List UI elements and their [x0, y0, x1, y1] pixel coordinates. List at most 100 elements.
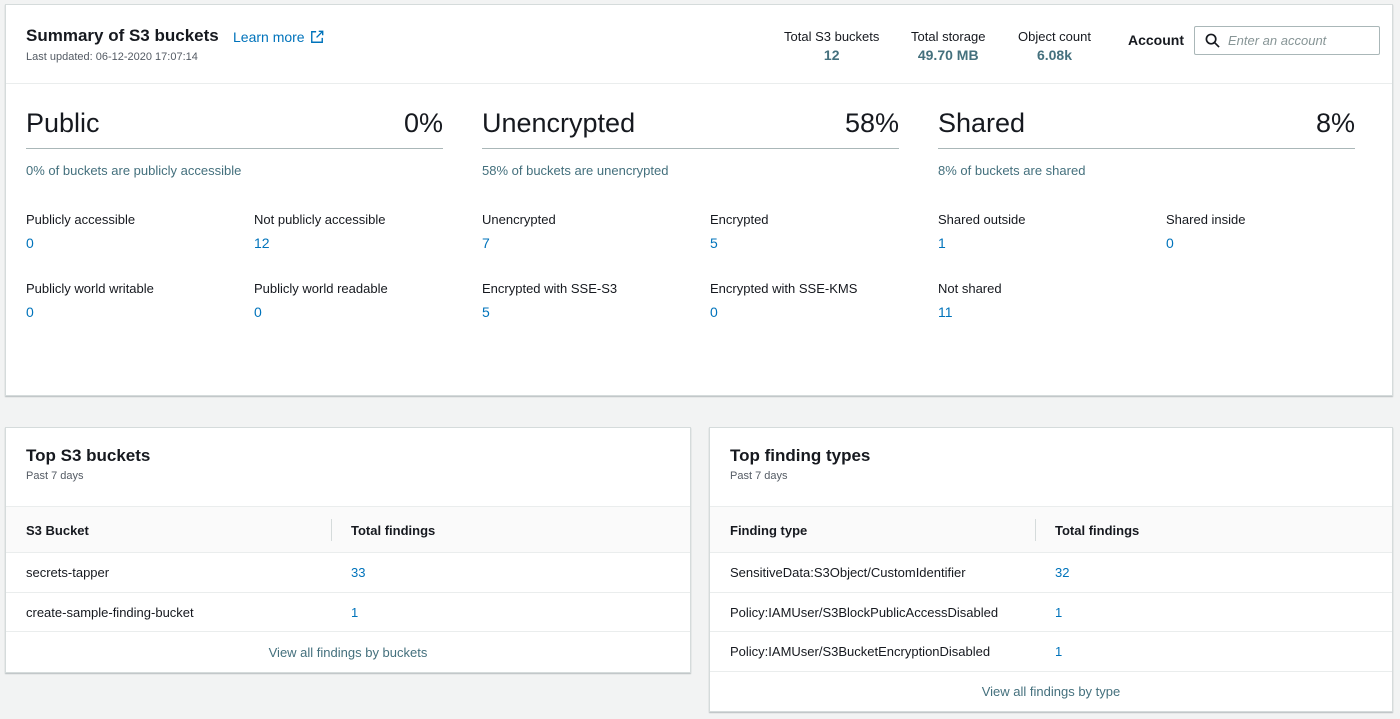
stat-total-buckets: Total S3 buckets 12: [784, 29, 879, 63]
metric-encrypted-sse-kms: Encrypted with SSE-KMS 0: [710, 281, 910, 320]
stat-object-count: Object count 6.08k: [1018, 29, 1091, 63]
metric-value-link[interactable]: 0: [710, 304, 910, 320]
column-header: Shared 8%: [938, 108, 1355, 149]
table-header: Finding type Total findings: [710, 506, 1392, 553]
metric-value-link[interactable]: 7: [482, 235, 682, 251]
metric-value-link[interactable]: 0: [26, 304, 226, 320]
findings-count-link[interactable]: 32: [1055, 565, 1069, 580]
metric-value-link[interactable]: 11: [938, 304, 1138, 320]
stat-value: 49.70 MB: [917, 47, 979, 63]
findings-count-link[interactable]: 1: [1055, 605, 1062, 620]
column-percent: 0%: [403, 108, 443, 138]
metric-encrypted-sse-s3: Encrypted with SSE-S3 5: [482, 281, 682, 320]
stat-value: 6.08k: [1036, 47, 1073, 63]
summary-title: Summary of S3 buckets: [26, 26, 219, 45]
table-row: secrets-tapper 33: [6, 553, 690, 593]
findings-count-link[interactable]: 33: [351, 565, 365, 580]
metric-value-link[interactable]: 0: [254, 304, 454, 320]
stat-label: Object count: [1018, 29, 1091, 44]
external-link-icon: [310, 30, 323, 43]
metric-not-publicly-accessible: Not publicly accessible 12: [254, 212, 454, 251]
summary-panel: Summary of S3 buckets Learn more Last up…: [5, 4, 1393, 396]
metric-publicly-world-writable: Publicly world writable 0: [26, 281, 226, 320]
learn-more-link[interactable]: Learn more: [233, 29, 324, 45]
stat-label: Total S3 buckets: [784, 29, 880, 44]
column-header: Unencrypted 58%: [482, 108, 899, 149]
metric-label: Encrypted: [710, 212, 769, 227]
metric-label: Encrypted with SSE-KMS: [710, 281, 858, 296]
top-buckets-subtitle: Past 7 days: [26, 470, 84, 482]
findings-count-link[interactable]: 1: [1055, 644, 1062, 659]
finding-type-name: SensitiveData:S3Object/CustomIdentifier: [730, 565, 966, 580]
stat-label: Total storage: [911, 29, 986, 44]
column-header-total-findings[interactable]: Total findings: [351, 523, 435, 538]
metric-label: Encrypted with SSE-S3: [482, 281, 618, 296]
column-header-bucket[interactable]: S3 Bucket: [26, 523, 89, 538]
public-column: Public 0% 0% of buckets are publicly acc…: [26, 108, 443, 320]
account-label: Account: [1128, 32, 1184, 48]
account-input[interactable]: [1228, 33, 1368, 48]
metric-shared-outside: Shared outside 1: [938, 212, 1138, 251]
table-row: SensitiveData:S3Object/CustomIdentifier …: [710, 553, 1392, 593]
metric-label: Shared inside: [1166, 212, 1246, 227]
metric-value-link[interactable]: 1: [938, 235, 1138, 251]
metric-shared-inside: Shared inside 0: [1166, 212, 1366, 251]
column-description: 58% of buckets are unencrypted: [482, 163, 669, 178]
metric-publicly-accessible: Publicly accessible 0: [26, 212, 226, 251]
finding-type-name: Policy:IAMUser/S3BlockPublicAccessDisabl…: [730, 604, 999, 620]
stat-value: 12: [823, 47, 840, 63]
column-description: 8% of buckets are shared: [938, 163, 1086, 178]
metric-label: Unencrypted: [482, 212, 556, 227]
table-row: create-sample-finding-bucket 1: [6, 593, 690, 632]
metric-value-link[interactable]: 5: [482, 304, 682, 320]
metric-label: Publicly world readable: [254, 281, 388, 296]
top-buckets-panel: Top S3 buckets Past 7 days S3 Bucket Tot…: [5, 427, 691, 673]
column-title: Shared: [938, 108, 1026, 138]
metric-label: Shared outside: [938, 212, 1026, 227]
bucket-name: secrets-tapper: [26, 565, 110, 580]
metric-not-shared: Not shared 11: [938, 281, 1138, 320]
column-title: Public: [26, 108, 100, 138]
column-header-finding-type[interactable]: Finding type: [730, 523, 807, 538]
column-divider: [331, 519, 332, 541]
stat-total-storage: Total storage 49.70 MB: [911, 29, 985, 63]
top-findings-subtitle: Past 7 days: [730, 470, 788, 482]
search-icon: [1205, 33, 1220, 48]
table-row: Policy:IAMUser/S3BlockPublicAccessDisabl…: [710, 593, 1392, 632]
metric-label: Not publicly accessible: [254, 212, 386, 227]
last-updated: Last updated: 06-12-2020 17:07:14: [26, 51, 198, 63]
top-buckets-table: S3 Bucket Total findings secrets-tapper …: [6, 506, 690, 632]
column-header: Public 0%: [26, 108, 443, 149]
view-all-types-link[interactable]: View all findings by type: [710, 684, 1392, 699]
metric-label: Publicly world writable: [26, 281, 154, 296]
metric-value-link[interactable]: 5: [710, 235, 910, 251]
column-header-total-findings[interactable]: Total findings: [1055, 523, 1139, 538]
table-header: S3 Bucket Total findings: [6, 506, 690, 553]
top-findings-panel: Top finding types Past 7 days Finding ty…: [709, 427, 1393, 712]
metric-label: Publicly accessible: [26, 212, 136, 227]
top-buckets-title: Top S3 buckets: [26, 446, 151, 465]
metric-unencrypted: Unencrypted 7: [482, 212, 682, 251]
bucket-name: create-sample-finding-bucket: [26, 604, 194, 620]
column-percent: 58%: [844, 108, 899, 138]
table-row: Policy:IAMUser/S3BucketEncryptionDisable…: [710, 632, 1392, 672]
summary-header: Summary of S3 buckets Learn more Last up…: [6, 5, 1392, 84]
account-search-box[interactable]: [1194, 26, 1380, 55]
top-findings-title: Top finding types: [730, 446, 871, 465]
metric-publicly-world-readable: Publicly world readable 0: [254, 281, 454, 320]
shared-column: Shared 8% 8% of buckets are shared Share…: [938, 108, 1355, 320]
metric-label: Not shared: [938, 281, 1002, 296]
metric-value-link[interactable]: 12: [254, 235, 454, 251]
column-description: 0% of buckets are publicly accessible: [26, 163, 242, 178]
learn-more-label: Learn more: [233, 29, 305, 45]
finding-type-name: Policy:IAMUser/S3BucketEncryptionDisable…: [730, 644, 991, 659]
view-all-buckets-link[interactable]: View all findings by buckets: [6, 645, 690, 660]
top-findings-table: Finding type Total findings SensitiveDat…: [710, 506, 1392, 672]
metric-value-link[interactable]: 0: [26, 235, 226, 251]
column-percent: 8%: [1315, 108, 1355, 138]
column-divider: [1035, 519, 1036, 541]
metric-value-link[interactable]: 0: [1166, 235, 1366, 251]
column-title: Unencrypted: [482, 108, 636, 138]
metric-encrypted: Encrypted 5: [710, 212, 910, 251]
findings-count-link[interactable]: 1: [351, 605, 358, 620]
